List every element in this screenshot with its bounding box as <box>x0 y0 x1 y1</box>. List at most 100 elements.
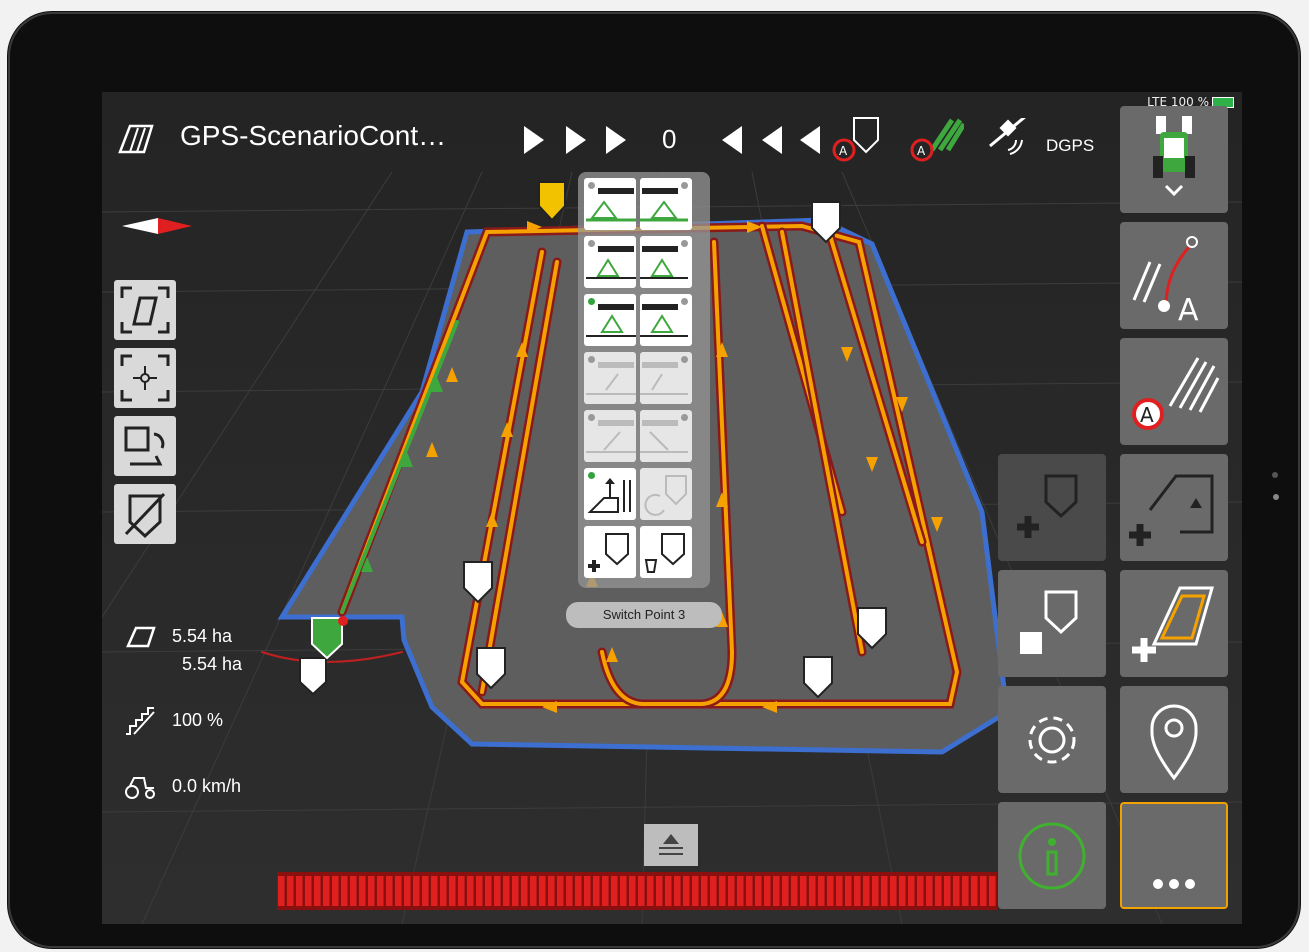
progress-segment <box>962 876 969 906</box>
page-title[interactable]: GPS-ScenarioCont… <box>180 120 446 152</box>
area-icon <box>126 626 156 648</box>
progress-segment <box>683 876 690 906</box>
area-worked-stat: 5.54 ha <box>182 654 242 675</box>
area-worked: 5.54 ha <box>182 654 243 674</box>
progress-segment <box>737 876 744 906</box>
progress-segment <box>710 876 717 906</box>
add-field-button[interactable] <box>1120 570 1228 677</box>
progress-segment <box>899 876 906 906</box>
speed-value: 0.0 km/h <box>172 775 242 796</box>
back-arrow-icon[interactable] <box>762 126 782 154</box>
add-marker-button[interactable] <box>998 454 1106 561</box>
progress-segment <box>422 876 429 906</box>
progress-segment <box>809 876 816 906</box>
more-button[interactable] <box>1120 802 1228 909</box>
auto-steer-icon[interactable]: A <box>908 116 964 162</box>
progress-segment <box>341 876 348 906</box>
progress-segment <box>593 876 600 906</box>
progress-segment <box>458 876 465 906</box>
settings-button[interactable] <box>998 686 1106 793</box>
eject-icon <box>659 834 683 855</box>
tractor-select-button[interactable] <box>1120 106 1228 213</box>
progress-segment <box>323 876 330 906</box>
marker-hide-button[interactable] <box>114 484 176 544</box>
tablet-frame: LTE 100 % GPS-ScenarioCont… 0 A A DGPS 5… <box>8 12 1300 948</box>
progress-segment <box>971 876 978 906</box>
tractor-icon <box>125 777 155 799</box>
progress-segment <box>314 876 321 906</box>
undo-marker-icon <box>644 475 687 516</box>
progress-segment <box>665 876 672 906</box>
center-button[interactable] <box>114 348 176 408</box>
guidance-button[interactable]: A <box>1120 222 1228 329</box>
field-icon[interactable] <box>116 122 156 154</box>
auto-marker-icon[interactable]: A <box>830 116 886 162</box>
progress-segment <box>395 876 402 906</box>
progress-segment <box>764 876 771 906</box>
progress-segment <box>935 876 942 906</box>
progress-segment <box>530 876 537 906</box>
back-arrow-icon[interactable] <box>722 126 742 154</box>
progress-segment <box>926 876 933 906</box>
progress-segment <box>863 876 870 906</box>
section-button[interactable] <box>640 410 692 462</box>
progress-segment <box>989 876 996 906</box>
undo-marker-button[interactable] <box>640 468 692 520</box>
auto-track-icon: A <box>1132 357 1220 430</box>
progress-segment <box>872 876 879 906</box>
section-button[interactable] <box>640 236 692 288</box>
progress-segment <box>512 876 519 906</box>
auto-track-button[interactable]: A <box>1120 338 1228 445</box>
progress-segment <box>719 876 726 906</box>
section-button[interactable] <box>584 352 636 404</box>
progress-segment <box>377 876 384 906</box>
info-icon <box>1018 822 1086 890</box>
section-button[interactable] <box>640 352 692 404</box>
forward-arrow-icon[interactable] <box>566 126 586 154</box>
info-button[interactable] <box>998 802 1106 909</box>
headland-button[interactable] <box>584 468 636 520</box>
rate-value: 100 % <box>172 709 224 730</box>
progress-segment <box>800 876 807 906</box>
progress-segment <box>854 876 861 906</box>
progress-segment <box>674 876 681 906</box>
add-marker-button[interactable] <box>584 526 636 578</box>
back-arrow-icon[interactable] <box>800 126 820 154</box>
progress-segment <box>638 876 645 906</box>
switch-point-label: Switch Point 3 <box>566 602 722 628</box>
progress-segment <box>359 876 366 906</box>
section-button[interactable] <box>584 410 636 462</box>
section-button[interactable] <box>584 236 636 288</box>
progress-segment <box>944 876 951 906</box>
delete-marker-button[interactable] <box>640 526 692 578</box>
progress-segment <box>467 876 474 906</box>
settings-gear-icon <box>1028 716 1076 764</box>
progress-segment <box>278 876 285 906</box>
progress-segment <box>386 876 393 906</box>
eject-button[interactable] <box>644 824 698 866</box>
progress-segment <box>692 876 699 906</box>
progress-segment <box>890 876 897 906</box>
progress-segment <box>566 876 573 906</box>
section-button[interactable] <box>584 294 636 346</box>
progress-segment <box>602 876 609 906</box>
area-total: 5.54 ha <box>172 625 233 646</box>
add-field-icon <box>1132 586 1214 662</box>
progress-segment <box>773 876 780 906</box>
section-button[interactable] <box>640 294 692 346</box>
progress-segment <box>449 876 456 906</box>
field-view-button[interactable] <box>114 280 176 340</box>
section-button[interactable] <box>640 178 692 230</box>
delete-marker-icon <box>644 533 685 573</box>
progress-segment <box>296 876 303 906</box>
forward-arrow-icon[interactable] <box>606 126 626 154</box>
map-rotate-button[interactable] <box>114 416 176 476</box>
progress-segment <box>485 876 492 906</box>
add-boundary-button[interactable] <box>1120 454 1228 561</box>
location-button[interactable] <box>1120 686 1228 793</box>
progress-segment <box>539 876 546 906</box>
stop-marker-button[interactable] <box>998 570 1106 677</box>
progress-segment <box>440 876 447 906</box>
forward-arrow-icon[interactable] <box>524 126 544 154</box>
section-button[interactable] <box>584 178 636 230</box>
